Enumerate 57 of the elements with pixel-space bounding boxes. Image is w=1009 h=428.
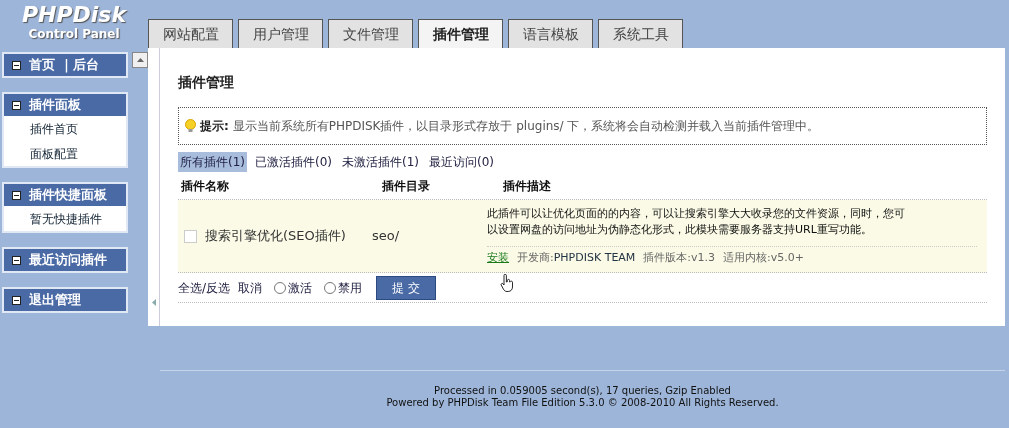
column-header: 插件名称 xyxy=(180,177,230,195)
column-header: 插件描述 xyxy=(503,177,551,195)
sidebar-panel-header[interactable]: 插件面板 xyxy=(4,94,126,116)
nav-tab[interactable]: 插件管理 xyxy=(418,19,503,48)
footer-text: Powered by PHPDisk Team File Edition 5.3.0 © 2008-2010 All Rights Reserved. xyxy=(386,397,779,409)
collapse-icon xyxy=(12,295,21,305)
collapse-icon xyxy=(12,60,21,70)
nav-tab[interactable]: 语言模板 xyxy=(508,19,593,48)
sidebar-panel-header[interactable]: 退出管理 xyxy=(4,289,126,311)
install-link[interactable]: 安装 xyxy=(487,250,509,267)
plugin-name: 搜索引擎优化(SEO插件) xyxy=(205,227,346,246)
cancel-link[interactable]: 取消 xyxy=(238,278,263,297)
developer-text: 开发商:PHPDISK TEAM xyxy=(517,250,636,266)
sidebar-panel-title: 插件快捷面板 xyxy=(29,186,107,205)
logo-title: PHPDisk xyxy=(21,4,127,26)
sidebar-item[interactable]: 暂无快捷插件 xyxy=(4,206,126,231)
up-arrow-icon xyxy=(136,58,144,62)
sidebar-panel-title: 首页 ｜后台 xyxy=(29,56,99,75)
select-all-link[interactable]: 全选/反选 xyxy=(178,278,231,297)
column-header: 插件目录 xyxy=(382,177,431,195)
plugin-directory: seo/ xyxy=(372,227,400,246)
filter-tab[interactable]: 已激活插件(0) xyxy=(253,152,334,172)
sidebar-panel-title: 最近访问插件 xyxy=(29,251,107,270)
hand-cursor-icon xyxy=(500,274,514,292)
left-arrow-icon xyxy=(151,299,156,306)
radio-label: 禁用 xyxy=(338,279,363,297)
sidebar-panel-title: 插件面板 xyxy=(29,96,81,115)
tip-text: 提示: 显示当前系统所有PHPDISK插件，以目录形式存放于 plugins/ 下，系统将会自动检测并载入当前插件管理中。 xyxy=(200,118,820,135)
plugin-description: 此插件可以让优化页面的的内容，可以让搜索引擎大大收录您的文件资源，同时，您可以设置网盘的访问地址为伪静态化形式，此模块需要服务器支持URL重写功能。 xyxy=(487,206,906,238)
filter-tab[interactable]: 未激活插件(1) xyxy=(340,152,421,172)
sidebar-panel-header[interactable]: 最近访问插件 xyxy=(4,249,126,271)
core-text: 适用内核:v5.0+ xyxy=(723,250,804,266)
logo-subtitle: Control Panel xyxy=(28,28,120,40)
collapse-icon xyxy=(12,190,21,200)
row-checkbox[interactable] xyxy=(184,229,197,243)
filter-tab[interactable]: 所有插件(1) xyxy=(178,152,247,172)
sidebar-panel-title: 退出管理 xyxy=(29,291,81,310)
sidebar-panel-header[interactable]: 首页 ｜后台 xyxy=(4,54,126,76)
filter-tab[interactable]: 最近访问(0) xyxy=(427,152,496,172)
footer-text: Processed in 0.059005 second(s), 17 queries, Gzip Enabled xyxy=(434,385,731,397)
sidebar-item[interactable]: 插件首页 xyxy=(4,116,126,141)
page-title: 插件管理 xyxy=(178,73,235,92)
scroll-up-button[interactable] xyxy=(132,52,148,68)
sidebar-item[interactable]: 面板配置 xyxy=(4,141,126,166)
radio-button[interactable] xyxy=(274,281,287,294)
submit-button[interactable]: 提 交 xyxy=(376,275,437,300)
collapse-icon xyxy=(12,100,21,110)
sidebar-panel-header[interactable]: 插件快捷面板 xyxy=(4,184,126,206)
nav-tab[interactable]: 网站配置 xyxy=(148,19,233,48)
collapse-icon xyxy=(12,255,21,265)
radio-label: 激活 xyxy=(288,279,313,297)
nav-tab[interactable]: 用户管理 xyxy=(238,19,323,48)
nav-tab[interactable]: 系统工具 xyxy=(598,19,683,48)
version-text: 插件版本:v1.3 xyxy=(643,250,716,266)
radio-button[interactable] xyxy=(324,281,337,294)
nav-tab[interactable]: 文件管理 xyxy=(328,19,413,48)
lightbulb-icon xyxy=(185,119,196,133)
